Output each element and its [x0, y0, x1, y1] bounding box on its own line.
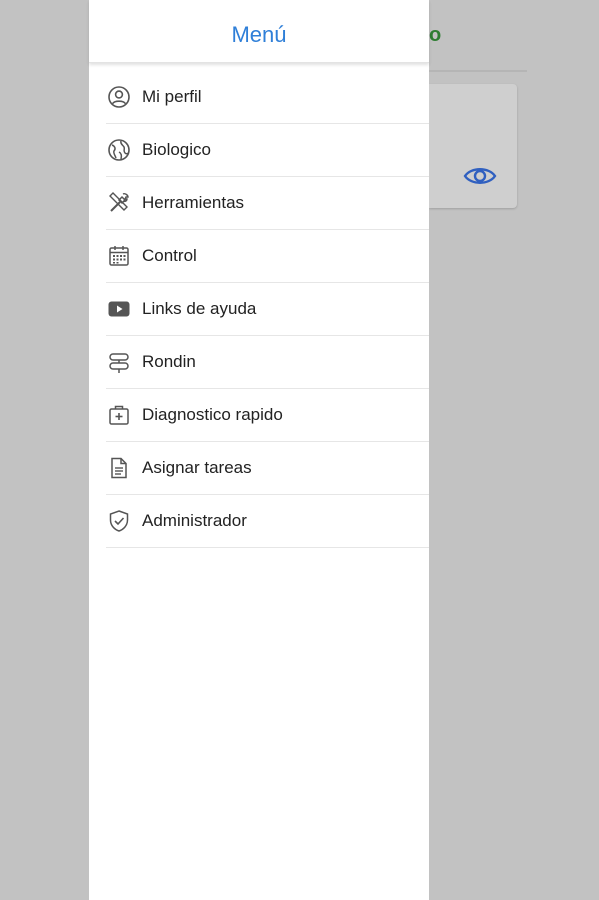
menu-item-asignar-tareas[interactable]: Asignar tareas	[106, 442, 429, 495]
background-header-text: o	[429, 24, 442, 46]
drawer-title: Menú	[231, 22, 287, 47]
globe-icon	[106, 137, 132, 163]
menu-item-administrador[interactable]: Administrador	[106, 495, 429, 548]
background-app-header: o	[429, 0, 527, 72]
menu-item-label: Links de ayuda	[142, 299, 257, 318]
menu-item-label: Herramientas	[142, 193, 245, 212]
menu-item-label: Diagnostico rapido	[142, 405, 283, 424]
youtube-icon	[106, 296, 132, 322]
menu-item-rondin[interactable]: Rondin	[106, 336, 429, 389]
menu-item-herramientas[interactable]: Herramientas	[106, 177, 429, 230]
tools-icon	[106, 190, 132, 216]
menu-item-diagnostico-rapido[interactable]: Diagnostico rapido	[106, 389, 429, 442]
drawer-menu: Mi perfil Biologico Herramientas Control	[89, 71, 429, 548]
menu-item-control[interactable]: Control	[106, 230, 429, 283]
menu-item-label: Mi perfil	[142, 87, 202, 106]
menu-item-mi-perfil[interactable]: Mi perfil	[106, 71, 429, 124]
calendar-icon	[106, 243, 132, 269]
background-card	[429, 84, 517, 208]
menu-item-links-de-ayuda[interactable]: Links de ayuda	[106, 283, 429, 336]
menu-item-biologico[interactable]: Biologico	[106, 124, 429, 177]
shield-check-icon	[106, 508, 132, 534]
medical-kit-icon	[106, 402, 132, 428]
drawer-header: Menú	[89, 0, 429, 63]
menu-item-label: Rondin	[142, 352, 196, 371]
signpost-icon	[106, 349, 132, 375]
menu-item-label: Control	[142, 246, 197, 265]
navigation-drawer: Menú Mi perfil Biologico Herramientas Co…	[89, 0, 429, 900]
menu-item-label: Biologico	[142, 140, 211, 159]
menu-item-label: Administrador	[142, 511, 247, 530]
eye-icon[interactable]	[463, 164, 497, 188]
menu-item-label: Asignar tareas	[142, 458, 252, 477]
document-icon	[106, 455, 132, 481]
user-circle-icon	[106, 84, 132, 110]
